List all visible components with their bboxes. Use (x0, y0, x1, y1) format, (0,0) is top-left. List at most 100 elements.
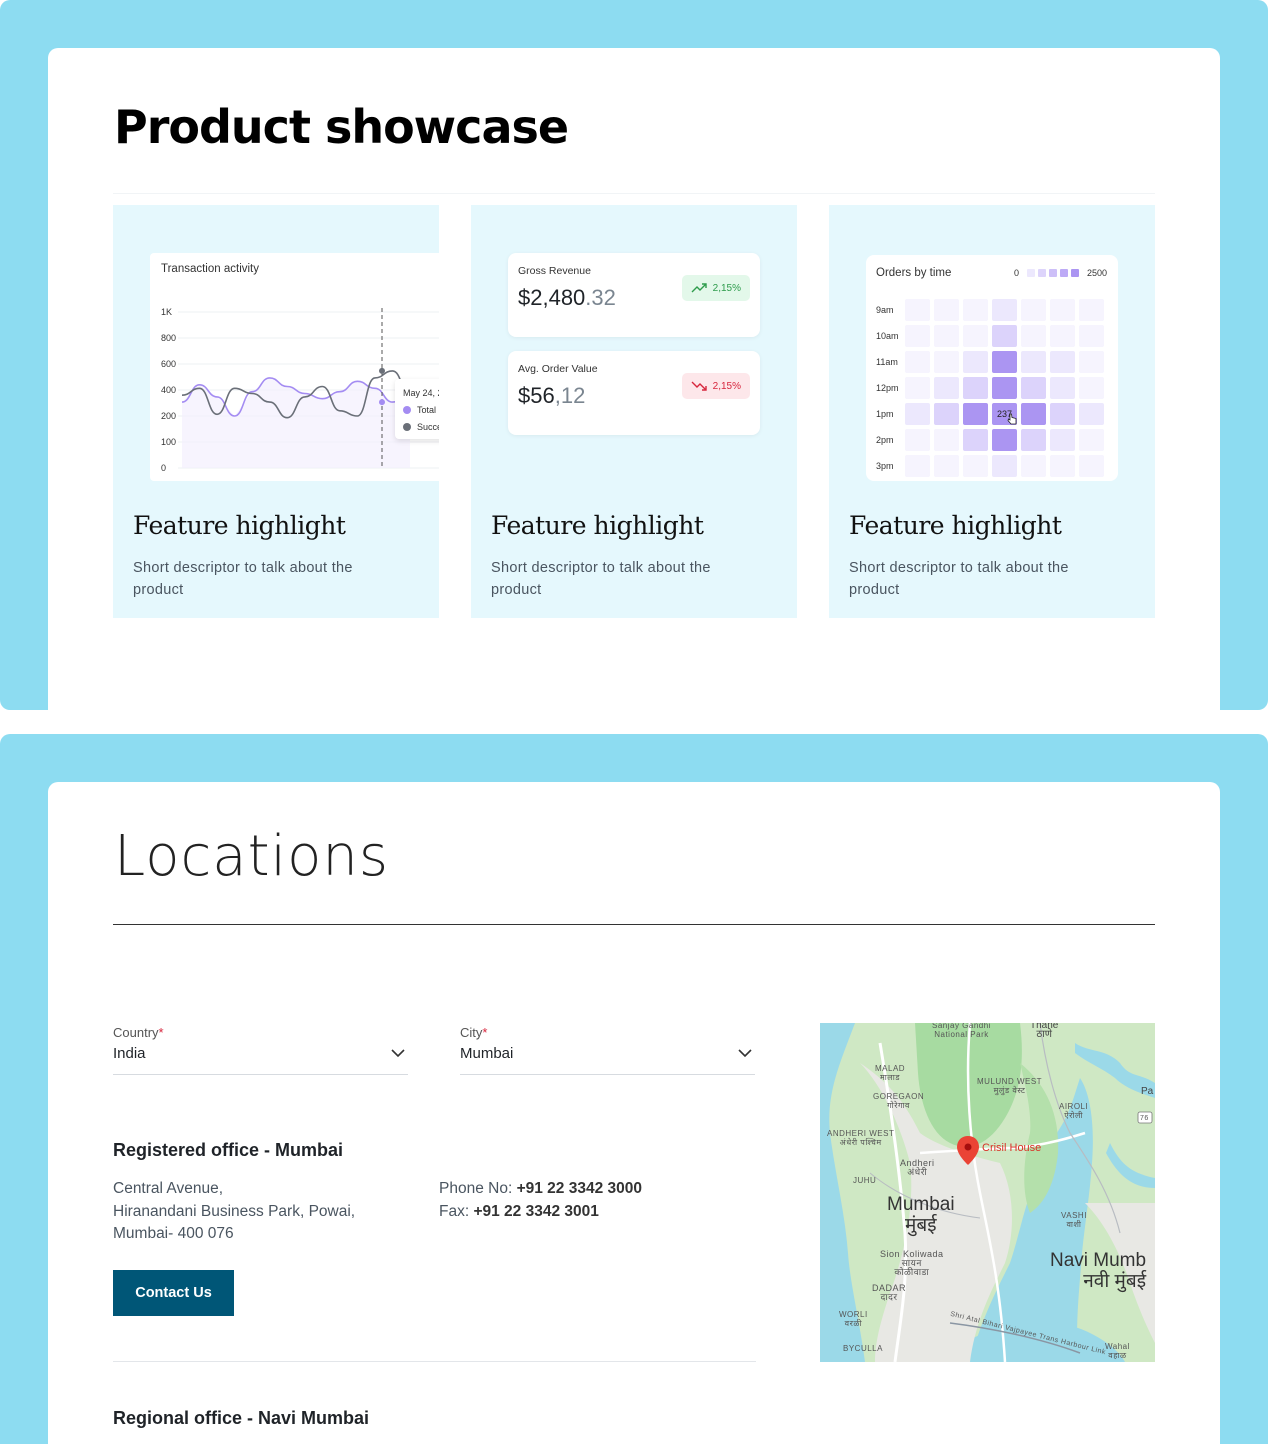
country-select[interactable]: Country* India (113, 1025, 408, 1075)
y-tick-label: 100 (161, 437, 176, 447)
divider (113, 193, 1155, 194)
heatmap-cell[interactable] (934, 325, 959, 347)
heatmap-cell[interactable] (992, 351, 1017, 373)
regional-office-title: Regional office - Navi Mumbai (113, 1408, 370, 1428)
heatmap-cell[interactable] (963, 403, 988, 425)
orders-heatmap-card: Orders by time 0 2500 9am 10am 11am 12pm 1pm… (866, 255, 1118, 481)
legend-swatch (1070, 269, 1079, 277)
heatmap-cell[interactable] (934, 377, 959, 399)
country-label: Country* (113, 1025, 164, 1040)
metric-value: $2,480.32 (518, 285, 616, 311)
map-label: Sion Koliwada सायन कोळीवाडा (880, 1249, 944, 1277)
heatmap-cell[interactable] (1079, 429, 1104, 451)
map-label: AIROLI ऐरोली (1059, 1102, 1089, 1120)
heatmap-cell[interactable] (963, 299, 988, 321)
chevron-down-icon[interactable] (390, 1047, 406, 1059)
divider (113, 1361, 756, 1362)
y-tick-label: 600 (161, 359, 176, 369)
feature-card-transactions[interactable]: Transaction activity 1K 800 600 400 200 100 0 … (113, 205, 439, 618)
heatmap-cell[interactable] (1079, 403, 1104, 425)
heatmap-cell[interactable] (1079, 455, 1104, 477)
heatmap-cell[interactable] (905, 429, 930, 451)
chevron-down-icon[interactable] (737, 1047, 753, 1059)
metric-label: Gross Revenue (518, 265, 591, 277)
phone-number[interactable]: +91 22 3342 3000 (517, 1180, 642, 1197)
heatmap-cell[interactable] (992, 377, 1017, 399)
avg-order-value-card: Avg. Order Value $56,12 2,15% (508, 351, 760, 435)
heatmap-cell[interactable] (1021, 299, 1046, 321)
heatmap-cell[interactable] (934, 429, 959, 451)
y-tick-label: 800 (161, 333, 176, 343)
office-map[interactable]: Sanjay Gandhi National Park Thane ठाणे M… (820, 1023, 1155, 1362)
heatmap-cell[interactable] (963, 325, 988, 347)
heatmap-cell[interactable] (934, 351, 959, 373)
heatmap-cell[interactable] (905, 299, 930, 321)
heatmap-cell[interactable] (963, 351, 988, 373)
required-mark: * (482, 1025, 488, 1040)
heatmap-cell[interactable] (1050, 429, 1075, 451)
heatmap-cell[interactable] (905, 455, 930, 477)
heatmap-cell[interactable] (1079, 377, 1104, 399)
heatmap-cell[interactable] (905, 351, 930, 373)
heatmap-cell[interactable]: 237 (992, 403, 1017, 425)
heatmap-cell[interactable] (992, 455, 1017, 477)
office-contact-info: Phone No: +91 22 3342 3000 Fax: +91 22 3… (439, 1178, 642, 1223)
heatmap-cell[interactable] (963, 455, 988, 477)
map-label: Andheri अंधेरी (900, 1158, 935, 1177)
heatmap-cell[interactable] (1021, 403, 1046, 425)
heatmap-cell[interactable] (1050, 377, 1075, 399)
heatmap-cell[interactable] (992, 429, 1017, 451)
heatmap-row-label: 9am (876, 305, 894, 315)
heatmap-cell[interactable] (1021, 351, 1046, 373)
heatmap-cell[interactable] (1021, 455, 1046, 477)
office-address: Central Avenue, Hiranandani Business Par… (113, 1178, 355, 1246)
heatmap-cell[interactable] (1050, 299, 1075, 321)
heatmap-cell[interactable] (905, 377, 930, 399)
heatmap-cell[interactable] (1079, 299, 1104, 321)
heatmap-cell[interactable] (1021, 377, 1046, 399)
feature-card-heatmap[interactable]: Orders by time 0 2500 9am 10am 11am 12pm 1pm… (829, 205, 1155, 618)
feature-card-metrics[interactable]: Gross Revenue $2,480.32 2,15% Avg. Order… (471, 205, 797, 618)
address-line: Central Avenue, (113, 1180, 224, 1197)
change-badge-up: 2,15% (681, 275, 750, 301)
heatmap-cell[interactable] (1050, 325, 1075, 347)
heatmap-row-label: 1pm (876, 409, 894, 419)
heatmap-cell[interactable] (934, 403, 959, 425)
heatmap-cell[interactable] (1021, 429, 1046, 451)
address-line: Mumbai- 400 076 (113, 1225, 234, 1242)
change-value: 2,15% (712, 282, 741, 294)
map-pin-label[interactable]: Crisil House (982, 1143, 1041, 1154)
total-legend-dot (403, 406, 411, 414)
heatmap-cell[interactable] (963, 429, 988, 451)
registered-office-title: Registered office - Mumbai (113, 1140, 344, 1160)
product-showcase-section: Product showcase Transaction activity 1K… (0, 0, 1268, 710)
heatmap-cell[interactable] (1050, 403, 1075, 425)
map-label: BYCULLA (843, 1344, 883, 1353)
metric-value-main: $56 (518, 383, 555, 408)
heatmap-cell[interactable] (1021, 325, 1046, 347)
heatmap-cell[interactable] (1079, 325, 1104, 347)
heatmap-title: Orders by time (876, 267, 952, 279)
feature-description: Short descriptor to talk about the produ… (133, 560, 353, 598)
heatmap-cell[interactable] (1050, 455, 1075, 477)
legend-swatch (1048, 269, 1057, 277)
heatmap-cell[interactable] (905, 403, 930, 425)
heatmap-cell[interactable] (934, 455, 959, 477)
trend-down-icon (691, 381, 707, 391)
heatmap-cell[interactable] (905, 325, 930, 347)
heatmap-row-label: 12pm (876, 383, 899, 393)
heatmap-cell[interactable] (992, 325, 1017, 347)
heatmap-row: 10am (876, 324, 1104, 348)
heatmap-cell[interactable] (992, 299, 1017, 321)
fax-number: +91 22 3342 3001 (473, 1202, 599, 1220)
heatmap-cell[interactable] (963, 377, 988, 399)
heatmap-cell[interactable] (1079, 351, 1104, 373)
showcase-title: Product showcase (114, 100, 569, 154)
tooltip-total-label: Total (417, 405, 437, 415)
city-select[interactable]: City* Mumbai (460, 1025, 755, 1075)
heatmap-cell[interactable] (1050, 351, 1075, 373)
heatmap-cell[interactable] (934, 299, 959, 321)
country-value: India (113, 1045, 146, 1062)
contact-us-button[interactable]: Contact Us (113, 1270, 234, 1316)
legend-swatch (1059, 269, 1068, 277)
